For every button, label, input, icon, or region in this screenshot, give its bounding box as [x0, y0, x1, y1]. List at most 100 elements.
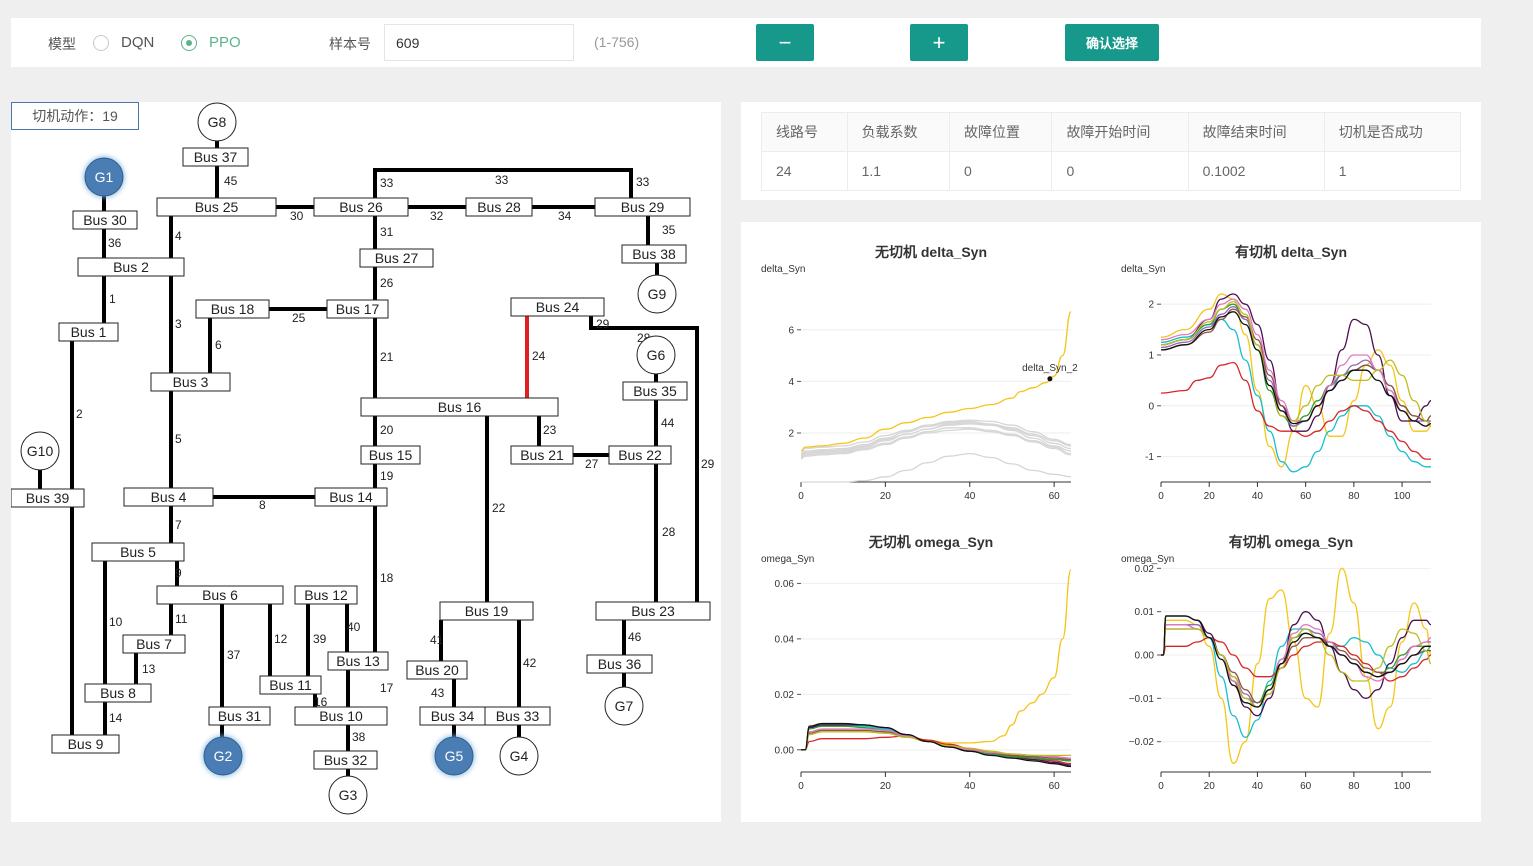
bus-node[interactable]: Bus 20	[406, 660, 468, 680]
bus-node[interactable]: Bus 5	[91, 542, 185, 562]
bus-node[interactable]: Bus 2	[77, 257, 185, 277]
bus-node[interactable]: Bus 4	[123, 487, 214, 507]
line-number-label: 21	[380, 350, 394, 364]
bus-node[interactable]: Bus 38	[621, 244, 687, 264]
chart-title: 无切机 delta_Syn	[874, 244, 987, 260]
generator-node[interactable]: G4	[499, 736, 539, 776]
series-line	[1160, 298, 1432, 427]
line-number-label: 20	[380, 423, 394, 437]
bus-node[interactable]: Bus 18	[195, 299, 270, 319]
x-tick-label: 60	[1049, 781, 1061, 792]
bus-label: Bus 25	[195, 199, 239, 215]
generator-label: G9	[648, 286, 667, 302]
bus-node[interactable]: Bus 9	[51, 734, 120, 754]
bus-node[interactable]: Bus 35	[622, 381, 688, 401]
bus-node[interactable]: Bus 6	[156, 585, 284, 605]
table-cell: 1	[1323, 151, 1462, 191]
line-number-label: 33	[380, 176, 394, 190]
bus-node[interactable]: Bus 31	[208, 706, 271, 726]
bus-node[interactable]: Bus 34	[419, 706, 486, 726]
bus-label: Bus 2	[113, 259, 149, 275]
bus-label: Bus 13	[336, 653, 380, 669]
line-number-label: 25	[292, 311, 306, 325]
x-tick-label: 20	[880, 491, 892, 502]
generator-node[interactable]: G8	[197, 102, 237, 142]
bus-label: Bus 26	[339, 199, 383, 215]
chart-title: 有切机 delta_Syn	[1235, 244, 1347, 260]
bus-node[interactable]: Bus 17	[326, 299, 389, 319]
bus-label: Bus 38	[632, 246, 676, 262]
table-header: 线路号	[761, 112, 848, 152]
topology-diagram: 4536 43033 33 333132 3435126253 296 2821 24220 2…	[11, 102, 715, 815]
decrement-button[interactable]: −	[756, 24, 814, 61]
bus-node[interactable]: Bus 11	[259, 675, 322, 695]
generator-node[interactable]: G10	[20, 431, 60, 471]
bus-label: Bus 31	[218, 708, 262, 724]
x-tick-label: 0	[798, 491, 804, 502]
line-number-label: 1	[109, 292, 116, 306]
table-row: 24 1.1 0 0 0.1002 1	[761, 151, 1462, 191]
bus-node[interactable]: Bus 27	[359, 248, 434, 268]
radio-dqn-label[interactable]: DQN	[121, 34, 154, 51]
bus-node[interactable]: Bus 15	[360, 445, 421, 465]
bus-node[interactable]: Bus 8	[84, 683, 152, 703]
generator-node[interactable]: G7	[604, 686, 644, 726]
y-tick-label: 0.02	[775, 690, 795, 701]
generator-node[interactable]: G5	[433, 735, 475, 777]
generator-node[interactable]: G3	[328, 775, 368, 815]
bus-node[interactable]: Bus 30	[72, 210, 138, 230]
y-tick-label: 0.00	[775, 745, 795, 756]
bus-label: Bus 39	[26, 490, 70, 506]
line-number-label: 45	[224, 174, 238, 188]
bus-label: Bus 28	[477, 199, 521, 215]
radio-ppo[interactable]	[181, 35, 197, 51]
generator-node[interactable]: G9	[637, 274, 677, 314]
chart-ylabel: omega_Syn	[761, 554, 814, 565]
bus-node[interactable]: Bus 24	[510, 297, 605, 317]
bus-node[interactable]: Bus 19	[439, 601, 534, 621]
generator-node[interactable]: G2	[202, 735, 244, 777]
bus-node[interactable]: Bus 13	[327, 651, 389, 671]
bus-node[interactable]: Bus 16	[360, 397, 559, 417]
bus-node[interactable]: Bus 28	[465, 197, 533, 217]
bus-node[interactable]: Bus 33	[484, 706, 551, 726]
bus-node[interactable]: Bus 26	[313, 197, 409, 217]
x-tick-label: 60	[1049, 491, 1061, 502]
table-cell: 24	[761, 151, 848, 191]
line-number-label: 9	[175, 566, 182, 580]
bus-label: Bus 27	[375, 250, 419, 266]
bus-label: Bus 15	[369, 447, 413, 463]
bus-node[interactable]: Bus 22	[608, 445, 672, 465]
bus-node[interactable]: Bus 7	[122, 634, 186, 654]
bus-node[interactable]: Bus 25	[156, 197, 277, 217]
bus-node[interactable]: Bus 37	[182, 147, 249, 167]
bus-node[interactable]: Bus 23	[595, 601, 711, 621]
y-tick-label: 4	[788, 377, 794, 388]
bus-node[interactable]: Bus 14	[314, 487, 388, 507]
table-cell: 1.1	[846, 151, 951, 191]
bus-node[interactable]: Bus 1	[58, 322, 119, 342]
x-tick-label: 0	[1158, 491, 1164, 502]
sample-input[interactable]	[384, 24, 574, 61]
radio-dqn[interactable]	[93, 35, 109, 51]
y-tick-label: 2	[788, 428, 794, 439]
radio-ppo-label[interactable]: PPO	[209, 34, 241, 51]
bus-label: Bus 29	[621, 199, 665, 215]
generator-node[interactable]: G6	[636, 335, 676, 375]
generator-node[interactable]: G1	[83, 156, 125, 198]
bus-node[interactable]: Bus 39	[11, 488, 85, 508]
chart-delta-no-trip: 无切机 delta_Syndelta_Syn2460 20 40 60delta_Sy…	[761, 244, 1078, 502]
bus-node[interactable]: Bus 21	[510, 445, 574, 465]
y-tick-label: 0.06	[775, 579, 795, 590]
bus-node[interactable]: Bus 12	[294, 585, 358, 605]
bus-node[interactable]: Bus 10	[294, 706, 388, 726]
x-tick-label: 40	[964, 781, 976, 792]
bus-node[interactable]: Bus 3	[150, 372, 231, 392]
bus-node[interactable]: Bus 32	[313, 750, 378, 770]
confirm-button[interactable]: 确认选择	[1065, 24, 1159, 61]
bus-node[interactable]: Bus 29	[594, 197, 691, 217]
y-tick-label: 1	[1148, 350, 1154, 361]
increment-button[interactable]: +	[910, 24, 968, 61]
x-tick-label: 20	[1204, 781, 1216, 792]
bus-node[interactable]: Bus 36	[586, 654, 653, 674]
